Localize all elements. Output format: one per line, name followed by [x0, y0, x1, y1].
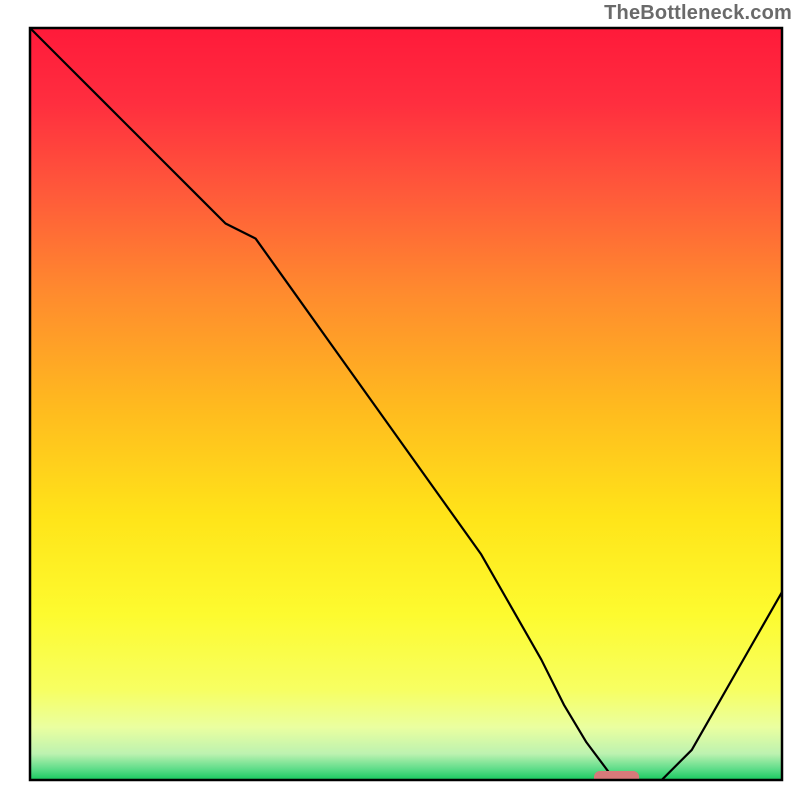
plot-area [30, 28, 782, 786]
optimal-marker [594, 771, 639, 786]
bottleneck-chart [0, 0, 800, 800]
chart-container: TheBottleneck.com [0, 0, 800, 800]
watermark-text: TheBottleneck.com [604, 2, 792, 25]
